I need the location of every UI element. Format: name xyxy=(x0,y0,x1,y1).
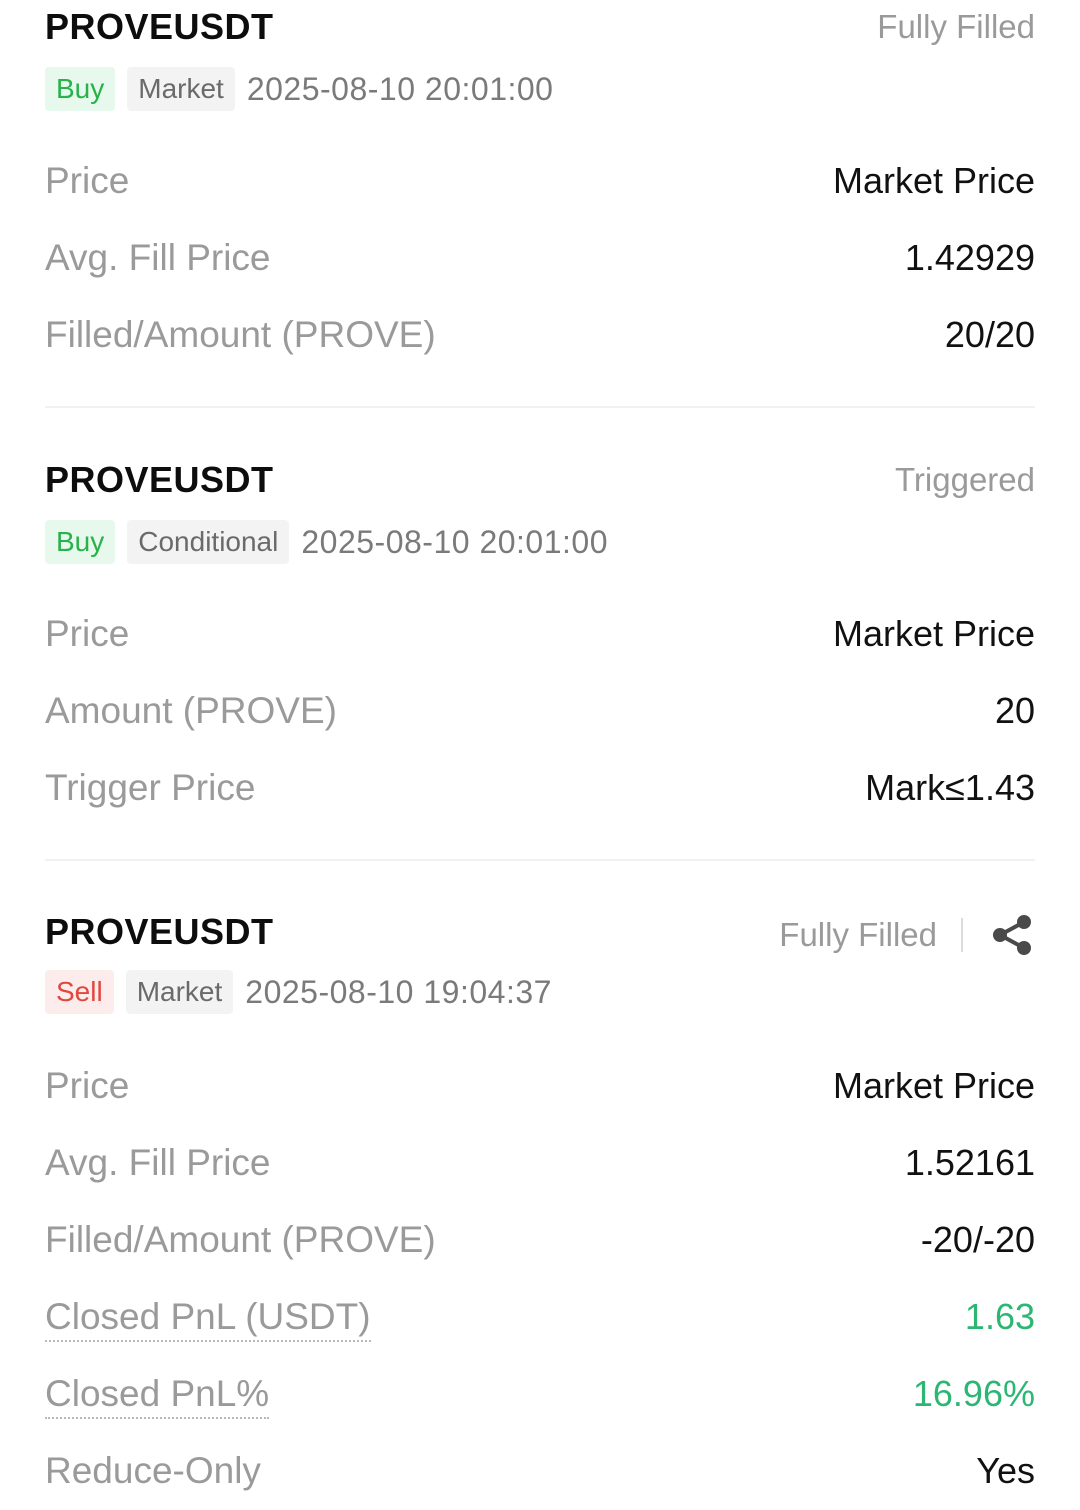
detail-value: Market Price xyxy=(832,613,1035,654)
detail-row-closed-pnl: Closed PnL (USDT) 1.63 xyxy=(45,1296,1035,1356)
order-symbol[interactable]: PROVEUSDT xyxy=(45,459,274,501)
closed-pnl-percent-tooltip-label[interactable]: Closed PnL% xyxy=(45,1373,270,1419)
order-datetime: 2025-08-10 20:01:00 xyxy=(301,523,608,560)
detail-label: Price xyxy=(45,1065,130,1106)
closed-pnl-percent-value: 16.96% xyxy=(912,1373,1035,1414)
detail-label: Filled/Amount (PROVE) xyxy=(45,1219,436,1260)
order-divider xyxy=(45,406,1035,408)
closed-pnl-value: 1.63 xyxy=(964,1296,1035,1337)
detail-value: 1.42929 xyxy=(904,237,1035,278)
order-card[interactable]: PROVEUSDT Fully Filled Sell Market 2025-… xyxy=(45,905,1035,1491)
order-symbol[interactable]: PROVEUSDT xyxy=(45,911,274,953)
detail-row-avg-fill-price: Avg. Fill Price 1.52161 xyxy=(45,1142,1035,1202)
detail-label: Avg. Fill Price xyxy=(45,237,271,278)
side-badge: Sell xyxy=(45,970,114,1014)
status-separator xyxy=(961,918,963,952)
detail-row-price: Price Market Price xyxy=(45,160,1035,220)
order-tags: Buy Conditional 2025-08-10 20:01:00 xyxy=(45,519,608,565)
detail-value: -20/-20 xyxy=(920,1219,1035,1260)
detail-row-trigger-price: Trigger Price Mark≤1.43 xyxy=(45,767,1035,827)
detail-row-price: Price Market Price xyxy=(45,1065,1035,1125)
detail-label: Price xyxy=(45,613,130,654)
order-header: PROVEUSDT Fully Filled xyxy=(45,905,1035,961)
order-card[interactable]: PROVEUSDT Triggered Buy Conditional 2025… xyxy=(45,453,1035,808)
order-header: PROVEUSDT Triggered xyxy=(45,453,1035,509)
detail-row-filled-amount: Filled/Amount (PROVE) -20/-20 xyxy=(45,1219,1035,1279)
order-type-badge: Market xyxy=(125,970,234,1014)
detail-value: Market Price xyxy=(832,160,1035,201)
detail-value: Mark≤1.43 xyxy=(865,767,1035,808)
detail-value: Market Price xyxy=(832,1065,1035,1106)
detail-value: 20/20 xyxy=(944,314,1035,355)
detail-value: 1.52161 xyxy=(904,1142,1035,1183)
detail-label: Avg. Fill Price xyxy=(45,1142,271,1183)
order-status-group: Fully Filled xyxy=(779,911,1035,959)
detail-row-closed-pnl-percent: Closed PnL% 16.96% xyxy=(45,1373,1035,1433)
share-icon[interactable] xyxy=(989,912,1035,958)
order-card[interactable]: PROVEUSDT Fully Filled Buy Market 2025-0… xyxy=(45,0,1035,355)
side-badge: Buy xyxy=(45,67,116,111)
order-symbol[interactable]: PROVEUSDT xyxy=(45,6,274,48)
order-tags: Buy Market 2025-08-10 20:01:00 xyxy=(45,66,553,112)
order-header: PROVEUSDT Fully Filled xyxy=(45,0,1035,56)
order-datetime: 2025-08-10 19:04:37 xyxy=(245,973,552,1010)
detail-value: Yes xyxy=(976,1450,1035,1491)
detail-label: Trigger Price xyxy=(45,767,256,808)
detail-label: Price xyxy=(45,160,130,201)
closed-pnl-tooltip-label[interactable]: Closed PnL (USDT) xyxy=(45,1296,371,1342)
order-type-badge: Conditional xyxy=(127,520,290,564)
order-type-badge: Market xyxy=(127,67,235,111)
detail-row-filled-amount: Filled/Amount (PROVE) 20/20 xyxy=(45,314,1035,374)
detail-value: 20 xyxy=(994,690,1035,731)
detail-label: Reduce-Only xyxy=(45,1450,261,1491)
order-status: Triggered xyxy=(894,461,1035,498)
side-badge: Buy xyxy=(45,520,116,564)
detail-label: Amount (PROVE) xyxy=(45,690,337,731)
order-status: Fully Filled xyxy=(877,8,1035,45)
detail-label: Filled/Amount (PROVE) xyxy=(45,314,436,355)
detail-row-price: Price Market Price xyxy=(45,613,1035,673)
order-status: Fully Filled xyxy=(779,916,937,953)
detail-row-reduce-only: Reduce-Only Yes xyxy=(45,1450,1035,1510)
detail-row-amount: Amount (PROVE) 20 xyxy=(45,690,1035,750)
detail-row-avg-fill-price: Avg. Fill Price 1.42929 xyxy=(45,237,1035,297)
order-tags: Sell Market 2025-08-10 19:04:37 xyxy=(45,969,552,1015)
order-divider xyxy=(45,859,1035,861)
order-datetime: 2025-08-10 20:01:00 xyxy=(246,70,554,107)
